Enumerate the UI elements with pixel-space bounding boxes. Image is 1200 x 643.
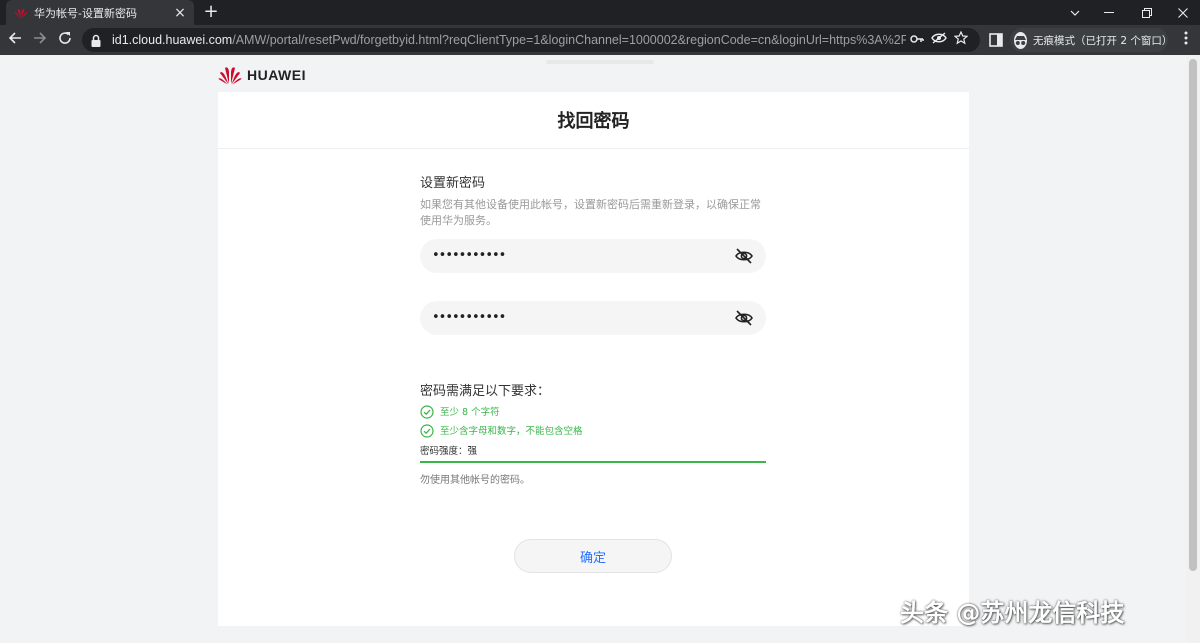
requirement-item: 至少 8 个字符 (420, 404, 766, 419)
check-circle-icon (420, 423, 434, 438)
confirm-password-field[interactable]: ••••••••••• (420, 301, 766, 335)
strength-label: 密码强度： (420, 446, 468, 457)
form-description: 如果您有其他设备使用此帐号，设置新密码后需重新登录，以确保正常使用华为服务。 (420, 198, 761, 227)
huawei-favicon-icon (14, 6, 28, 20)
watermark: 头条 @苏州龙信科技 (900, 599, 1125, 627)
strength-value: 强 (467, 446, 478, 457)
eye-off-icon[interactable] (734, 309, 754, 327)
eye-off-icon[interactable] (928, 31, 950, 49)
star-icon[interactable] (950, 30, 972, 49)
reload-icon[interactable] (55, 30, 75, 50)
requirement-text: 至少 8 个字符 (440, 407, 500, 418)
requirement-text: 至少含字母和数字，不能包含空格 (440, 426, 583, 437)
key-icon[interactable] (906, 31, 928, 49)
password-requirements: 密码需满足以下要求： 至少 8 个字符 至少含字母和数字，不能包含空格 密码强度… (420, 380, 766, 486)
password-strength: 密码强度：强 (420, 443, 766, 457)
url-path: /AMW/portal/resetPwd/forgetbyid.html?req… (232, 33, 906, 47)
url-text: id1.cloud.huawei.com/AMW/portal/resetPwd… (112, 33, 906, 47)
page-scrollbar[interactable] (1186, 55, 1200, 643)
card-header: 找回密码 (218, 92, 969, 149)
confirm-password-value: ••••••••••• (432, 310, 506, 325)
incognito-indicator[interactable]: 无痕模式（已打开 2 个窗口） (1010, 28, 1172, 52)
restore-button[interactable] (1128, 0, 1166, 25)
strength-bar (420, 461, 766, 463)
form-heading: 设置新密码 (420, 176, 486, 191)
huawei-logo[interactable]: HUAWEI (218, 65, 306, 85)
page-viewport: HUAWEI 找回密码 设置新密码 如果您有其他设备使用此帐号，设置新密码后需重… (0, 55, 1200, 643)
menu-icon[interactable] (1178, 30, 1194, 50)
side-panel-icon[interactable] (988, 32, 1004, 48)
brand-name: HUAWEI (247, 67, 306, 83)
minimize-button[interactable] (1090, 0, 1128, 25)
check-circle-icon (420, 404, 434, 419)
incognito-icon (1014, 31, 1027, 49)
new-password-field[interactable]: ••••••••••• (420, 239, 766, 273)
new-tab-button[interactable]: + (201, 2, 221, 22)
tab-close-icon[interactable]: × (172, 5, 188, 21)
incognito-label: 无痕模式（已打开 2 个窗口） (1033, 34, 1173, 47)
url-host: id1.cloud.huawei.com (112, 33, 233, 47)
browser-toolbar: id1.cloud.huawei.com/AMW/portal/resetPwd… (0, 25, 1200, 55)
eye-off-icon[interactable] (734, 247, 754, 265)
new-password-value: ••••••••••• (432, 248, 506, 263)
reset-password-card: 找回密码 设置新密码 如果您有其他设备使用此帐号，设置新密码后需重新登录，以确保… (218, 92, 969, 626)
lock-icon[interactable] (90, 33, 104, 47)
password-note: 勿使用其他帐号的密码。 (420, 475, 530, 486)
tab-title: 华为帐号-设置新密码 (34, 6, 137, 20)
address-bar[interactable]: id1.cloud.huawei.com/AMW/portal/resetPwd… (82, 28, 980, 52)
top-strip (546, 60, 654, 64)
confirm-button[interactable]: 确定 (514, 539, 672, 573)
reset-password-form: 设置新密码 如果您有其他设备使用此帐号，设置新密码后需重新登录，以确保正常使用华… (420, 172, 766, 486)
forward-icon[interactable] (30, 30, 50, 50)
huawei-logo-icon (218, 65, 242, 85)
page-title: 找回密码 (557, 111, 630, 132)
close-window-button[interactable] (1164, 0, 1200, 25)
requirements-title: 密码需满足以下要求： (420, 384, 551, 399)
tab-search-chevron-icon[interactable] (1056, 0, 1094, 25)
requirement-item: 至少含字母和数字，不能包含空格 (420, 423, 766, 438)
browser-tab[interactable]: 华为帐号-设置新密码 × (6, 0, 194, 25)
back-icon[interactable] (5, 30, 25, 50)
scrollbar-thumb[interactable] (1189, 59, 1197, 571)
browser-title-bar: 华为帐号-设置新密码 × + (0, 0, 1200, 25)
